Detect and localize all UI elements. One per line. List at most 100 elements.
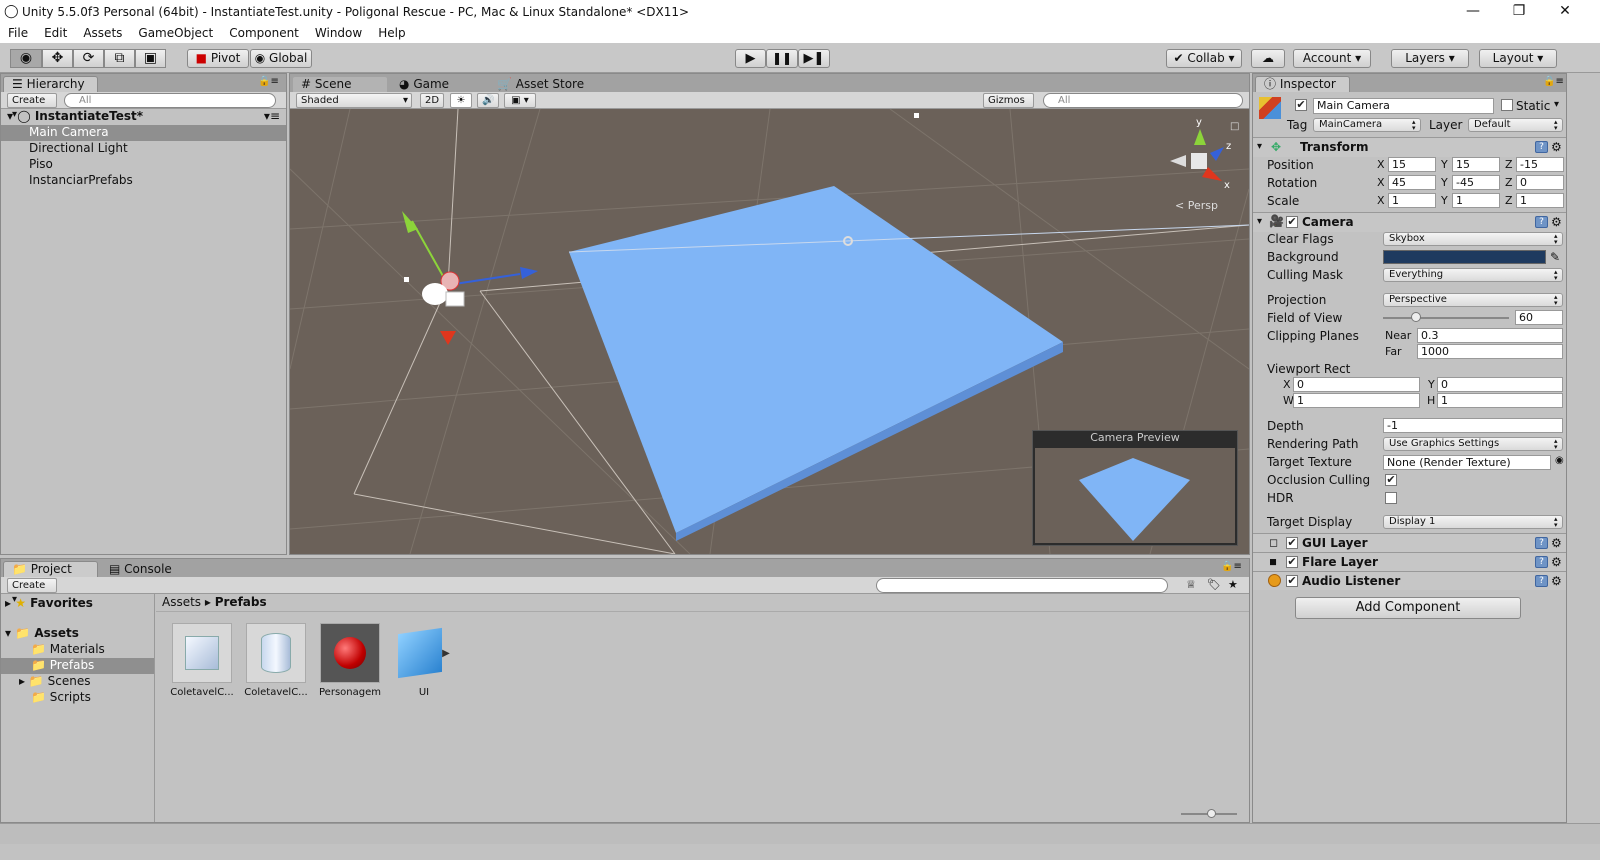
help-book-icon[interactable]: ? xyxy=(1535,216,1548,228)
thumbnail-size-slider[interactable] xyxy=(1181,809,1237,818)
gameobject-name-input[interactable]: Main Camera xyxy=(1313,98,1494,114)
rotation-x-field[interactable]: 45 xyxy=(1388,175,1436,190)
menu-window[interactable]: Window xyxy=(307,26,370,40)
camera-gizmo-icon[interactable] xyxy=(422,283,448,305)
pivot-toggle[interactable]: ■ Pivot xyxy=(187,49,249,68)
rotation-y-field[interactable]: -45 xyxy=(1452,175,1500,190)
account-dropdown[interactable]: Account ▾ xyxy=(1293,49,1371,68)
breadcrumb-item[interactable]: Assets xyxy=(162,595,201,609)
hierarchy-item[interactable]: Directional Light xyxy=(1,141,286,157)
tab-scene[interactable]: # Scene xyxy=(292,76,388,92)
position-z-field[interactable]: -15 xyxy=(1516,157,1564,172)
rect-tool-button[interactable]: ▣ xyxy=(135,49,166,68)
gui-layer-checkbox[interactable]: ✔ xyxy=(1286,537,1298,549)
step-button[interactable]: ▶❚ xyxy=(798,49,830,68)
asset-item[interactable]: Personagem xyxy=(318,623,382,698)
target-texture-field[interactable]: None (Render Texture) xyxy=(1383,455,1551,470)
help-book-icon[interactable]: ? xyxy=(1535,537,1548,549)
scene-lock-icon[interactable]: □ xyxy=(1230,121,1239,132)
viewport-h-field[interactable]: 1 xyxy=(1437,393,1563,408)
lock-icon[interactable]: 🔒≡ xyxy=(258,76,279,87)
static-checkbox[interactable] xyxy=(1501,99,1513,111)
foldout-icon[interactable]: ▾ xyxy=(1257,216,1262,227)
play-button[interactable]: ▶ xyxy=(735,49,766,68)
scene-search-input[interactable]: All xyxy=(1043,93,1243,108)
scale-x-field[interactable]: 1 xyxy=(1388,193,1436,208)
hdr-checkbox[interactable] xyxy=(1385,492,1397,504)
tag-dropdown[interactable]: MainCamera xyxy=(1313,118,1421,132)
fov-slider-track[interactable] xyxy=(1383,312,1509,322)
hierarchy-search-input[interactable]: All xyxy=(64,93,276,108)
eyedropper-icon[interactable]: ✎ xyxy=(1550,250,1560,264)
viewport-y-field[interactable]: 0 xyxy=(1437,377,1563,392)
object-picker-icon[interactable]: ◉ xyxy=(1555,455,1564,466)
menu-assets[interactable]: Assets xyxy=(75,26,130,40)
project-lock-icon[interactable]: 🔒≡ xyxy=(1221,561,1242,572)
collab-dropdown[interactable]: ✔ Collab ▾ xyxy=(1166,49,1242,68)
help-book-icon[interactable]: ? xyxy=(1535,575,1548,587)
hierarchy-create-button[interactable]: Create ▾ xyxy=(7,93,57,120)
pause-button[interactable]: ❚❚ xyxy=(766,49,798,68)
culling-mask-dropdown[interactable]: Everything xyxy=(1383,268,1563,282)
move-tool-button[interactable]: ✥ xyxy=(42,49,73,68)
viewport-x-field[interactable]: 0 xyxy=(1293,377,1420,392)
breadcrumb-item[interactable]: Prefabs xyxy=(215,595,267,609)
camera-component[interactable]: ▾ 🎥 ✔ Camera ? ⚙ xyxy=(1253,212,1566,232)
layout-dropdown[interactable]: Layout ▾ xyxy=(1479,49,1557,68)
clear-flags-dropdown[interactable]: Skybox xyxy=(1383,232,1563,246)
minimize-button[interactable]: — xyxy=(1450,0,1496,23)
tab-game[interactable]: ◕ Game xyxy=(390,76,486,92)
global-toggle[interactable]: ◉ Global xyxy=(250,49,312,68)
audio-listener-component[interactable]: ✔ Audio Listener ? ⚙ xyxy=(1253,571,1566,590)
shading-dropdown[interactable]: Shaded ▾ xyxy=(296,93,412,108)
gear-icon[interactable]: ⚙ xyxy=(1551,216,1562,228)
cloud-button[interactable]: ☁ xyxy=(1251,49,1285,68)
audio-listener-checkbox[interactable]: ✔ xyxy=(1286,575,1298,587)
assets-row[interactable]: ▾ 📁 Assets xyxy=(1,626,154,642)
gear-icon[interactable]: ⚙ xyxy=(1551,141,1562,153)
rotation-z-field[interactable]: 0 xyxy=(1516,175,1564,190)
inspector-lock-icon[interactable]: 🔒≡ xyxy=(1543,76,1564,87)
target-display-dropdown[interactable]: Display 1 xyxy=(1383,515,1563,529)
frustum-handle-icon[interactable] xyxy=(914,113,919,118)
hierarchy-item[interactable]: Piso xyxy=(1,157,286,173)
favorites-row[interactable]: ▸ ★ Favorites xyxy=(1,596,154,612)
menu-component[interactable]: Component xyxy=(221,26,307,40)
tab-console[interactable]: ▤ Console xyxy=(100,561,195,577)
fov-field[interactable]: 60 xyxy=(1515,310,1563,325)
near-field[interactable]: 0.3 xyxy=(1417,328,1563,343)
scene-root-row[interactable]: ▾ ◯ InstantiateTest* ▾≡ xyxy=(1,109,286,125)
toggle-2d-button[interactable]: 2D xyxy=(420,93,444,108)
foldout-icon[interactable]: ▾ xyxy=(1257,141,1262,152)
position-x-field[interactable]: 15 xyxy=(1388,157,1436,172)
scale-z-field[interactable]: 1 xyxy=(1516,193,1564,208)
tab-asset-store[interactable]: 🛒 Asset Store xyxy=(488,76,598,92)
hierarchy-item[interactable]: Main Camera xyxy=(1,125,286,141)
layers-dropdown[interactable]: Layers ▾ xyxy=(1391,49,1469,68)
tab-hierarchy[interactable]: ☰ Hierarchy xyxy=(3,76,98,92)
tab-project[interactable]: 📁 Project xyxy=(3,561,98,577)
menu-edit[interactable]: Edit xyxy=(36,26,75,40)
occlusion-checkbox[interactable]: ✔ xyxy=(1385,474,1397,486)
static-dropdown-icon[interactable]: ▾ xyxy=(1554,99,1559,110)
fov-slider-thumb[interactable] xyxy=(1410,312,1421,322)
transform-component[interactable]: ▾ ✥ Transform ? ⚙ xyxy=(1253,137,1566,157)
folder-row[interactable]: 📁 Scripts xyxy=(1,690,154,706)
rendering-path-dropdown[interactable]: Use Graphics Settings xyxy=(1383,437,1563,451)
position-y-field[interactable]: 15 xyxy=(1452,157,1500,172)
gizmos-dropdown[interactable]: Gizmos ▾ xyxy=(983,93,1034,120)
scale-tool-button[interactable]: ⧉ xyxy=(104,49,135,68)
gui-layer-component[interactable]: ◻ ✔ GUI Layer ? ⚙ xyxy=(1253,533,1566,552)
tab-inspector[interactable]: ⓘ Inspector xyxy=(1255,76,1350,92)
asset-item[interactable]: ColetavelC... xyxy=(244,623,308,698)
persp-label[interactable]: < Persp xyxy=(1175,199,1218,212)
scale-y-field[interactable]: 1 xyxy=(1452,193,1500,208)
folder-row[interactable]: ▸ 📁 Scenes xyxy=(1,674,154,690)
help-book-icon[interactable]: ? xyxy=(1535,556,1548,568)
background-color-swatch[interactable] xyxy=(1383,250,1546,264)
thumbnail-size-thumb[interactable] xyxy=(1207,809,1216,818)
far-field[interactable]: 1000 xyxy=(1417,344,1563,359)
menu-file[interactable]: File xyxy=(0,26,36,40)
filter-label-icon[interactable]: 🏷 xyxy=(1207,578,1221,591)
gear-icon[interactable]: ⚙ xyxy=(1551,575,1562,587)
